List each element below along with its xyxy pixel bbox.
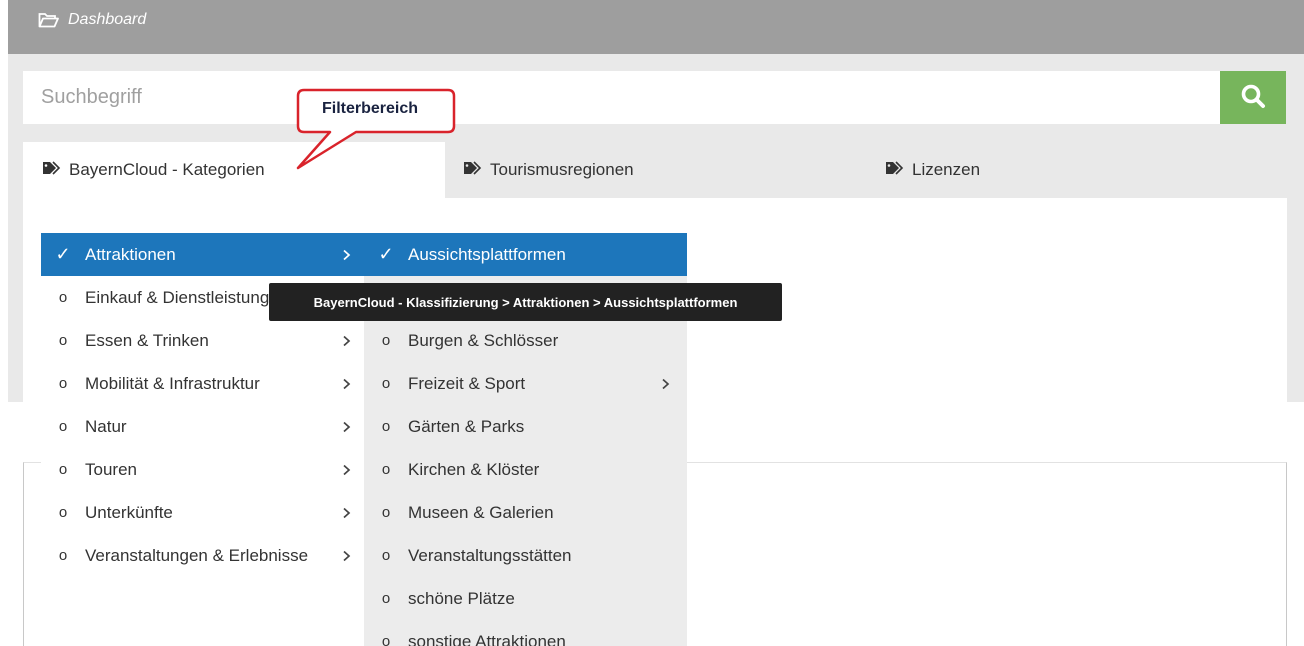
tags-icon <box>463 160 482 180</box>
circle-marker-icon: o <box>58 332 68 349</box>
circle-marker-icon: o <box>381 633 391 646</box>
checkmark-icon: ✓ <box>378 244 394 264</box>
menu2-item-label: Veranstaltungsstätten <box>408 545 572 565</box>
circle-marker-icon: o <box>381 590 391 607</box>
breadcrumb[interactable]: Dashboard <box>38 11 146 29</box>
menu2-item-label: Freizeit & Sport <box>408 373 526 393</box>
circle-marker-icon: o <box>58 461 68 478</box>
circle-marker-icon: o <box>58 375 68 392</box>
folder-open-icon <box>38 12 59 28</box>
menu1-item[interactable]: o Natur <box>41 405 364 448</box>
chevron-right-icon <box>336 335 356 347</box>
chevron-right-icon <box>336 507 356 519</box>
menu1-item[interactable]: o Veranstaltungen & Erlebnisse <box>41 534 364 577</box>
menu1-item-label: Veranstaltungen & Erlebnisse <box>85 545 309 565</box>
menu1-item[interactable]: o Mobilität & Infrastruktur <box>41 362 364 405</box>
menu2-item-label: Museen & Galerien <box>408 502 554 522</box>
circle-marker-icon: o <box>58 289 68 306</box>
chevron-right-icon <box>655 378 675 390</box>
circle-marker-icon: o <box>381 375 391 392</box>
search-button[interactable] <box>1220 71 1286 124</box>
menu2-item-label: Aussichtsplattformen <box>408 244 566 264</box>
menu1-item[interactable]: o Touren <box>41 448 364 491</box>
search-input[interactable] <box>23 71 1220 124</box>
menu1-item-label: Mobilität & Infrastruktur <box>85 373 260 393</box>
search-icon <box>1240 83 1266 112</box>
menu2-item-label: Burgen & Schlösser <box>408 330 559 350</box>
menu1-item-label: Attraktionen <box>85 244 176 264</box>
menu2-item[interactable]: o Freizeit & Sport <box>364 362 687 405</box>
chevron-right-icon <box>336 249 356 261</box>
tags-icon <box>42 160 61 180</box>
menu1-item-label: Essen & Trinken <box>85 330 209 350</box>
menu2-item[interactable]: ✓ Aussichtsplattformen <box>364 233 687 276</box>
chevron-right-icon <box>336 421 356 433</box>
tab-label: Tourismusregionen <box>490 160 634 179</box>
tab-tourismusregionen[interactable]: Tourismusregionen <box>445 142 865 198</box>
circle-marker-icon: o <box>381 461 391 478</box>
menu1-item[interactable]: ✓ Attraktionen <box>41 233 364 276</box>
menu2-item-label: Kirchen & Klöster <box>408 459 540 479</box>
tab-lizenzen[interactable]: Lizenzen <box>865 142 1285 198</box>
menu2-item-label: Gärten & Parks <box>408 416 525 436</box>
chevron-right-icon <box>336 550 356 562</box>
top-bar: Dashboard <box>8 0 1304 54</box>
menu1-item-label: Natur <box>85 416 127 436</box>
tab-label: Lizenzen <box>912 160 981 179</box>
callout-label: Filterbereich <box>321 100 419 117</box>
menu2-item[interactable]: o Kirchen & Klöster <box>364 448 687 491</box>
circle-marker-icon: o <box>381 418 391 435</box>
menu2-item[interactable]: o Veranstaltungsstätten <box>364 534 687 577</box>
classification-tooltip: BayernCloud - Klassifizierung > Attrakti… <box>269 283 782 321</box>
menu2-item-label: schöne Plätze <box>408 588 515 608</box>
circle-marker-icon: o <box>58 418 68 435</box>
circle-marker-icon: o <box>58 547 68 564</box>
circle-marker-icon: o <box>58 504 68 521</box>
checkmark-icon: ✓ <box>55 244 71 264</box>
menu1-item[interactable]: o Essen & Trinken <box>41 319 364 362</box>
menu2-item[interactable]: o Burgen & Schlösser <box>364 319 687 362</box>
tab-label: BayernCloud - Kategorien <box>69 160 265 179</box>
menu2-item[interactable]: o Gärten & Parks <box>364 405 687 448</box>
menu1-item-label: Unterkünfte <box>85 502 173 522</box>
circle-marker-icon: o <box>381 332 391 349</box>
chevron-right-icon <box>336 464 356 476</box>
menu2-item[interactable]: o schöne Plätze <box>364 577 687 620</box>
tags-icon <box>885 160 904 180</box>
menu2-item[interactable]: o Museen & Galerien <box>364 491 687 534</box>
menu2-item[interactable]: o sonstige Attraktionen <box>364 620 687 646</box>
menu1-item[interactable]: o Unterkünfte <box>41 491 364 534</box>
chevron-right-icon <box>336 378 356 390</box>
menu2-item-label: sonstige Attraktionen <box>408 631 566 646</box>
circle-marker-icon: o <box>381 547 391 564</box>
menu1-item-label: Touren <box>85 459 137 479</box>
circle-marker-icon: o <box>381 504 391 521</box>
breadcrumb-label: Dashboard <box>68 11 147 28</box>
